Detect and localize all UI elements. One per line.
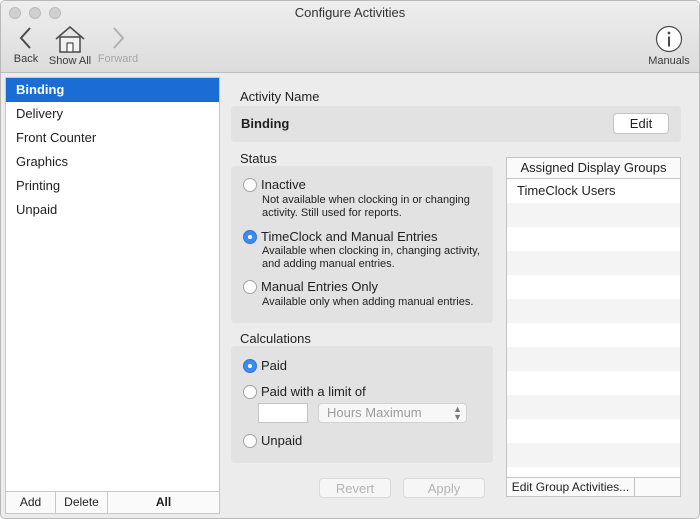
table-row[interactable]: TimeClock Users [507,179,680,203]
empty-row [507,419,680,443]
activity-name-group: Binding Edit [231,106,681,142]
title-bar: Configure Activities Back Show All Forwa… [1,1,699,73]
empty-row [507,323,680,347]
status-option-manual-only[interactable]: Manual Entries Only [243,279,378,294]
chevron-left-icon [19,27,31,49]
delete-button[interactable]: Delete [56,492,108,513]
back-button[interactable]: Back [11,25,41,65]
inactive-description: Not available when clocking in or changi… [262,194,470,219]
status-group: Inactive Not available when clocking in … [231,166,493,323]
show-all-button[interactable]: Show All [47,25,93,67]
window-title: Configure Activities [294,5,406,20]
info-icon [655,25,683,53]
empty-row [507,203,680,227]
activity-name-heading: Activity Name [240,89,320,104]
timeclock-manual-radio[interactable] [243,229,257,244]
status-option-timeclock-manual[interactable]: TimeClock and Manual Entries [243,229,438,244]
limit-hours-input[interactable] [258,403,308,423]
manual-only-radio[interactable] [243,279,257,294]
sidebar-item-delivery[interactable]: Delivery [6,102,219,126]
assigned-display-groups-table: Assigned Display Groups TimeClock Users [506,157,681,497]
calc-option-paid[interactable]: Paid [243,358,287,373]
apply-button[interactable]: Apply [403,478,485,498]
empty-row [507,251,680,275]
status-heading: Status [240,151,277,166]
unpaid-radio[interactable] [243,433,257,448]
display-groups-footer: Edit Group Activities... [506,477,681,497]
empty-row [507,443,680,467]
empty-row [507,347,680,371]
activity-name-value: Binding [241,116,290,131]
revert-button[interactable]: Revert [319,478,391,498]
forward-button[interactable]: Forward [97,25,139,65]
empty-row [507,275,680,299]
updown-arrows-icon: ▲ ▼ [453,404,462,422]
empty-row [507,395,680,419]
sidebar-item-binding[interactable]: Binding [6,78,219,102]
edit-group-activities-button[interactable]: Edit Group Activities... [507,478,635,496]
sidebar-item-front-counter[interactable]: Front Counter [6,126,219,150]
calculations-heading: Calculations [240,331,311,346]
inactive-radio[interactable] [243,177,257,192]
display-groups-header: Assigned Display Groups [507,158,680,179]
sidebar-button-bar: Add Delete All [6,491,219,513]
manuals-button[interactable]: Manuals [647,25,691,67]
empty-row [507,299,680,323]
chevron-right-icon [113,27,125,49]
manual-only-description: Available only when adding manual entrie… [262,296,474,308]
activity-list: Binding Delivery Front Counter Graphics … [5,77,220,514]
sidebar-item-unpaid[interactable]: Unpaid [6,198,219,222]
paid-limit-radio[interactable] [243,384,257,399]
calc-option-paid-limit[interactable]: Paid with a limit of [243,384,366,399]
limit-unit-select[interactable]: Hours Maximum ▲ ▼ [318,403,467,423]
sidebar-item-printing[interactable]: Printing [6,174,219,198]
empty-row [507,227,680,251]
calc-option-unpaid[interactable]: Unpaid [243,433,302,448]
house-icon [55,26,85,53]
filter-all-button[interactable]: All [108,492,219,513]
empty-row [507,371,680,395]
configure-activities-window: Configure Activities Back Show All Forwa… [0,0,700,519]
paid-radio[interactable] [243,358,257,373]
edit-name-button[interactable]: Edit [613,113,669,134]
status-option-inactive[interactable]: Inactive [243,177,306,192]
calculations-group: Paid Paid with a limit of Hours Maximum … [231,346,493,463]
sidebar-item-graphics[interactable]: Graphics [6,150,219,174]
timeclock-manual-description: Available when clocking in, changing act… [262,245,480,270]
add-button[interactable]: Add [6,492,56,513]
